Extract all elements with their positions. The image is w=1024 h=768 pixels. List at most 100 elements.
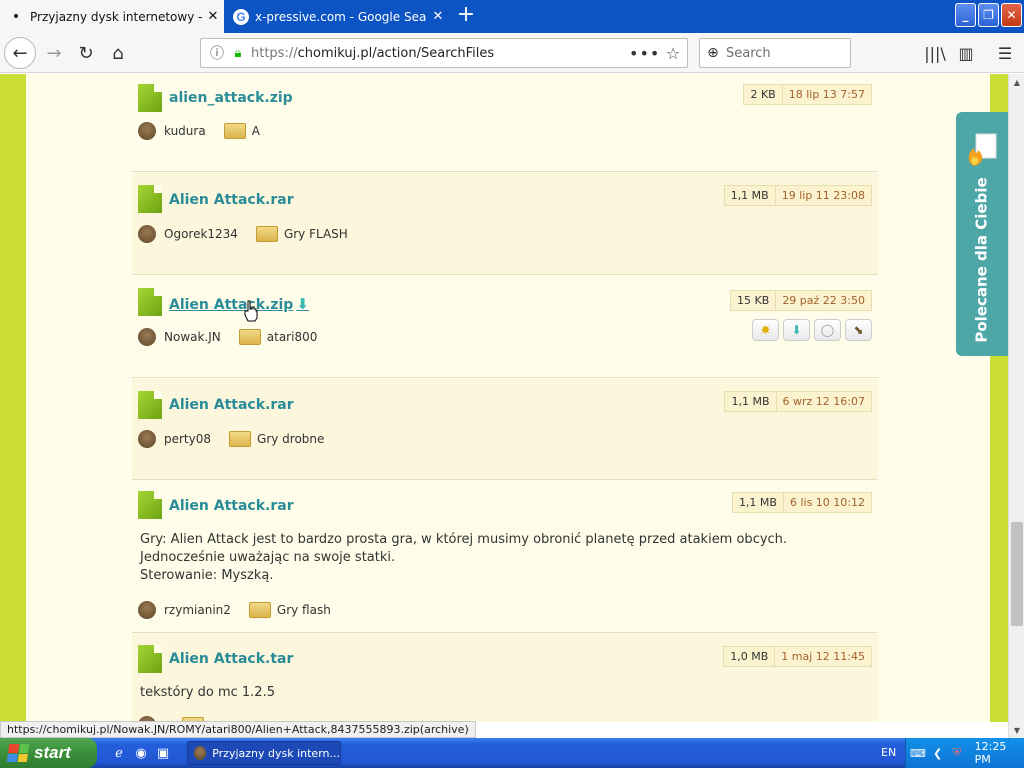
keyboard-icon[interactable]: ⌨: [910, 745, 926, 761]
file-size: 2 KB: [743, 84, 783, 105]
list-item: Alien Attack.zip ⬇ 15 KB 29 paź 22 3:50 ✸…: [132, 276, 878, 378]
user-avatar-icon: [138, 225, 156, 243]
user-link[interactable]: kudura: [164, 124, 206, 138]
show-desktop-icon[interactable]: ▣: [154, 744, 172, 762]
folder-icon: [223, 123, 246, 139]
list-item: Alien Attack.rar 1,1 MB 19 lip 11 23:08 …: [132, 173, 878, 275]
google-icon: G: [233, 8, 249, 25]
side-tab-label: Polecane dla Ciebie: [973, 177, 991, 343]
bookmark-star-icon[interactable]: ☆: [659, 44, 687, 63]
search-placeholder: Search: [726, 45, 771, 61]
start-button[interactable]: start: [0, 738, 97, 768]
media-player-icon[interactable]: ◉: [132, 744, 150, 762]
owner-row: Nowak.JN atari800: [138, 328, 317, 346]
scroll-up-icon[interactable]: ▲: [1009, 74, 1024, 90]
file-meta: 1,1 MB 6 wrz 12 16:07: [724, 391, 872, 412]
file-link[interactable]: Alien Attack.rar: [169, 397, 294, 413]
vertical-scrollbar[interactable]: ▲ ▼: [1008, 74, 1024, 738]
file-date: 1 maj 12 11:45: [775, 646, 872, 667]
recommended-side-tab[interactable]: Polecane dla Ciebie: [956, 112, 1008, 356]
folder-link[interactable]: Gry drobne: [257, 432, 324, 446]
file-icon: [138, 391, 162, 419]
owner-row: kudura A: [138, 122, 260, 140]
close-window-button[interactable]: ✕: [1001, 3, 1022, 27]
file-meta: 2 KB 18 lip 13 7:57: [743, 84, 872, 105]
close-tab-icon[interactable]: ✕: [202, 9, 224, 24]
reload-button[interactable]: ↻: [70, 37, 102, 69]
search-input[interactable]: ⊕ Search: [699, 38, 851, 68]
language-indicator[interactable]: EN: [881, 746, 896, 759]
user-link[interactable]: Ogorek1234: [164, 227, 238, 241]
list-item: Alien Attack.rar 1,1 MB 6 wrz 12 16:07 p…: [132, 379, 878, 480]
home-button[interactable]: ⌂: [102, 37, 134, 69]
user-avatar-icon: [138, 430, 156, 448]
back-button[interactable]: ←: [4, 37, 36, 69]
restore-button[interactable]: ❐: [978, 3, 999, 27]
folder-link[interactable]: atari800: [267, 330, 318, 344]
url-bar[interactable]: ⓘ 🔒︎ https://chomikuj.pl/action/SearchFi…: [200, 38, 688, 68]
arrow-left-icon[interactable]: ❮: [930, 745, 945, 761]
file-icon: [138, 288, 162, 316]
close-tab-icon[interactable]: ✕: [427, 9, 449, 24]
folder-icon: [229, 431, 252, 447]
user-link[interactable]: Nowak.JN: [164, 330, 221, 344]
folder-link[interactable]: Gry FLASH: [284, 227, 348, 241]
file-link[interactable]: Alien Attack.zip ⬇: [169, 295, 309, 313]
security-icon[interactable]: ⛨: [949, 745, 964, 761]
file-link[interactable]: alien_attack.zip: [169, 90, 293, 106]
comment-icon[interactable]: ◯: [814, 319, 841, 341]
search-icon: ⊕: [707, 45, 719, 61]
new-tab-button[interactable]: +: [454, 4, 478, 28]
file-date: 29 paź 22 3:50: [776, 290, 872, 311]
file-icon: [138, 84, 162, 112]
menu-icon[interactable]: ☰: [990, 37, 1020, 69]
taskbar-firefox-window[interactable]: Przyjazny dysk intern...: [187, 741, 341, 765]
tab-google-search[interactable]: G x-pressive.com - Google Search ✕: [225, 0, 449, 33]
sidebar-icon[interactable]: ▥: [951, 37, 981, 69]
minimize-button[interactable]: _: [955, 3, 976, 27]
file-link[interactable]: Alien Attack.tar: [169, 651, 293, 667]
folder-link[interactable]: A: [252, 124, 260, 138]
user-avatar-icon: [138, 328, 156, 346]
tab-chomikuj[interactable]: • Przyjazny dysk internetowy - Chomikuj.…: [0, 0, 224, 33]
tab-label: Przyjazny dysk internetowy - Chomikuj.pl: [30, 9, 202, 24]
save-to-chomik-icon[interactable]: ⬊: [845, 319, 872, 341]
file-meta: 15 KB 29 paź 22 3:50: [730, 290, 872, 311]
file-date: 18 lip 13 7:57: [782, 84, 872, 105]
clock: 12:25 PM: [974, 740, 1007, 766]
page-dot-icon: •: [11, 8, 21, 25]
star-icon[interactable]: ✸: [752, 319, 779, 341]
hand-cursor-icon: [244, 300, 258, 322]
forward-button[interactable]: →: [38, 37, 70, 69]
tab-bar: • Przyjazny dysk internetowy - Chomikuj.…: [0, 0, 1024, 33]
user-link[interactable]: perty08: [164, 432, 211, 446]
library-icon[interactable]: |||\: [920, 37, 950, 69]
page-actions-icon[interactable]: •••: [629, 44, 659, 63]
file-link[interactable]: Alien Attack.rar: [169, 192, 294, 208]
taskbar: start ℯ ◉ ▣ Przyjazny dysk intern... EN …: [0, 738, 1024, 768]
windows-logo-icon: [6, 744, 30, 762]
file-meta: 1,1 MB 19 lip 11 23:08: [723, 185, 872, 206]
info-icon[interactable]: ⓘ: [205, 43, 229, 63]
file-description: Gry: Alien Attack jest to bardzo prosta …: [140, 532, 788, 583]
file-meta: 1,1 MB 6 lis 10 10:12: [731, 492, 872, 513]
file-size: 1,1 MB: [724, 391, 777, 412]
file-size: 15 KB: [730, 290, 777, 311]
url-text[interactable]: https://chomikuj.pl/action/SearchFiles: [247, 46, 629, 61]
file-date: 6 wrz 12 16:07: [776, 391, 872, 412]
download-arrow-icon[interactable]: ⬇: [296, 295, 309, 313]
file-size: 1,1 MB: [731, 492, 784, 513]
user-link[interactable]: rzymianin2: [164, 603, 231, 617]
scroll-down-icon[interactable]: ▼: [1009, 722, 1024, 738]
file-link[interactable]: Alien Attack.rar: [169, 498, 294, 514]
ie-icon[interactable]: ℯ: [110, 744, 128, 762]
chomik-icon: [194, 746, 207, 760]
scroll-thumb[interactable]: [1011, 522, 1023, 626]
user-avatar-icon: [138, 122, 156, 140]
download-icon[interactable]: ⬇: [783, 319, 810, 341]
folder-link[interactable]: Gry flash: [277, 603, 331, 617]
file-date: 19 lip 11 23:08: [775, 185, 872, 206]
owner-row: perty08 Gry drobne: [138, 430, 324, 448]
tab-label: x-pressive.com - Google Search: [255, 9, 427, 24]
folder-icon: [248, 602, 271, 618]
